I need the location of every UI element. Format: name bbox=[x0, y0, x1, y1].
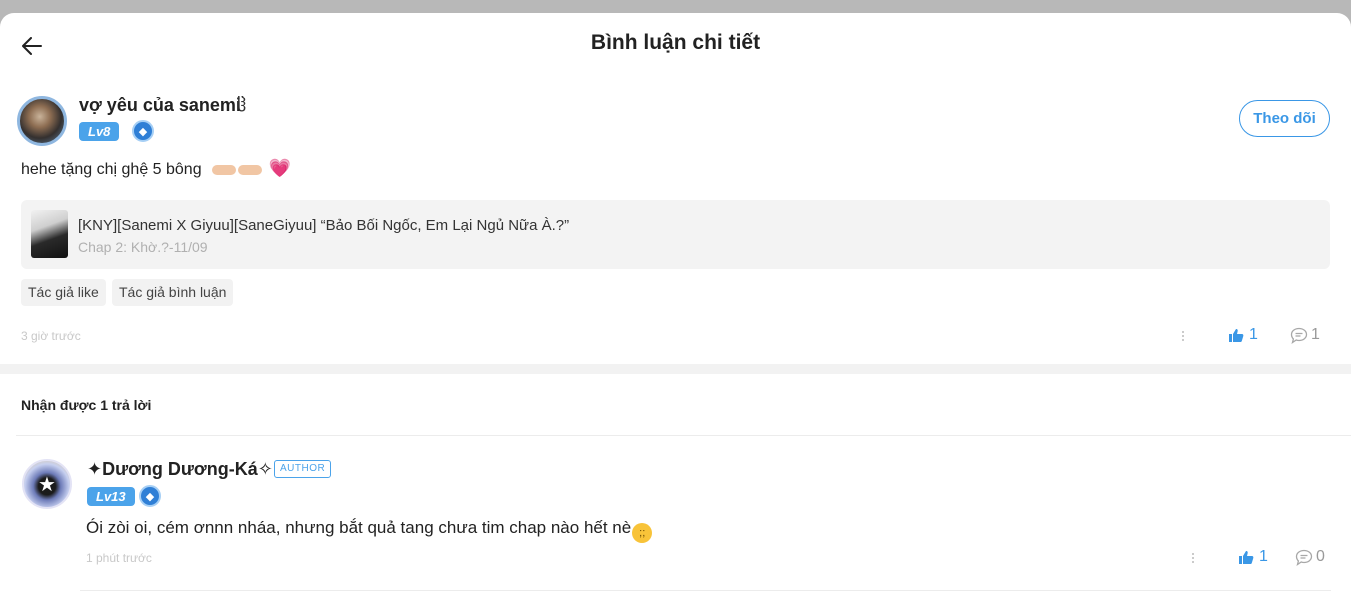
star-icon: ★ bbox=[38, 473, 56, 496]
like-button[interactable]: 1 bbox=[1228, 326, 1258, 344]
author-badge: AUTHOR bbox=[274, 460, 332, 478]
username[interactable]: vợ yêu của sanemi bbox=[79, 95, 241, 116]
heart-icon: 💗 bbox=[268, 158, 291, 178]
follow-button[interactable]: Theo dõi bbox=[1239, 100, 1330, 137]
thumbs-up-icon bbox=[1229, 328, 1244, 342]
more-options-icon[interactable] bbox=[1190, 551, 1196, 567]
reply-button[interactable]: 0 bbox=[1295, 548, 1325, 566]
comment-bubble-icon bbox=[1295, 549, 1313, 566]
divider bbox=[16, 435, 1351, 436]
crying-face-icon: ;; bbox=[632, 523, 653, 543]
like-count: 1 bbox=[1249, 326, 1258, 343]
username-mark: ჱ bbox=[237, 95, 247, 115]
story-chapter: Chap 2: Khờ.?-11/09 bbox=[78, 239, 208, 255]
replies-heading: Nhận được 1 trả lời bbox=[21, 397, 152, 413]
comment-text: hehe tặng chị ghệ 5 bông 💗 bbox=[21, 158, 291, 179]
divider bbox=[80, 590, 1331, 591]
header: Bình luận chi tiết bbox=[0, 13, 1351, 77]
avatar[interactable] bbox=[17, 96, 67, 146]
vip-diamond-icon: ◆ bbox=[132, 120, 154, 142]
username[interactable]: ✦Dương Dương-Ká✧ bbox=[87, 459, 273, 480]
level-badge: Lv8 bbox=[79, 122, 120, 141]
comment-body: hehe tặng chị ghệ 5 bông bbox=[21, 161, 202, 178]
reply-count: 0 bbox=[1316, 548, 1325, 565]
section-divider bbox=[0, 364, 1351, 374]
like-count: 1 bbox=[1259, 548, 1268, 565]
pointing-fingers-icon bbox=[212, 161, 264, 178]
more-options-icon[interactable] bbox=[1180, 329, 1186, 345]
thumbs-up-icon bbox=[1239, 550, 1254, 564]
reply-time: 1 phút trước bbox=[86, 551, 152, 565]
comment-time: 3 giờ trước bbox=[21, 329, 81, 343]
page-title: Bình luận chi tiết bbox=[590, 31, 761, 54]
tag-author-commented: Tác giả bình luận bbox=[112, 279, 234, 306]
reply-body: Ói zòi oi, cém ơnnn nháa, nhưng bắt quả … bbox=[86, 518, 632, 537]
story-card[interactable]: [KNY][Sanemi X Giyuu][SaneGiyuu] “Bảo Bố… bbox=[21, 200, 1330, 269]
level-badge: Lv13 bbox=[87, 487, 135, 506]
comment-bubble-icon bbox=[1290, 327, 1308, 344]
reply-text: Ói zòi oi, cém ơnnn nháa, nhưng bắt quả … bbox=[86, 518, 653, 543]
vip-diamond-icon: ◆ bbox=[139, 485, 161, 507]
reply-count: 1 bbox=[1311, 326, 1320, 343]
reply-button[interactable]: 1 bbox=[1290, 326, 1320, 344]
comment-detail-sheet: Bình luận chi tiết vợ yêu của sanemi ჱ L… bbox=[0, 13, 1351, 600]
tag-author-liked: Tác giả like bbox=[21, 279, 106, 306]
avatar[interactable]: ★ bbox=[22, 459, 72, 509]
story-thumbnail bbox=[31, 210, 68, 258]
like-button[interactable]: 1 bbox=[1238, 548, 1268, 566]
story-title: [KNY][Sanemi X Giyuu][SaneGiyuu] “Bảo Bố… bbox=[78, 217, 570, 234]
